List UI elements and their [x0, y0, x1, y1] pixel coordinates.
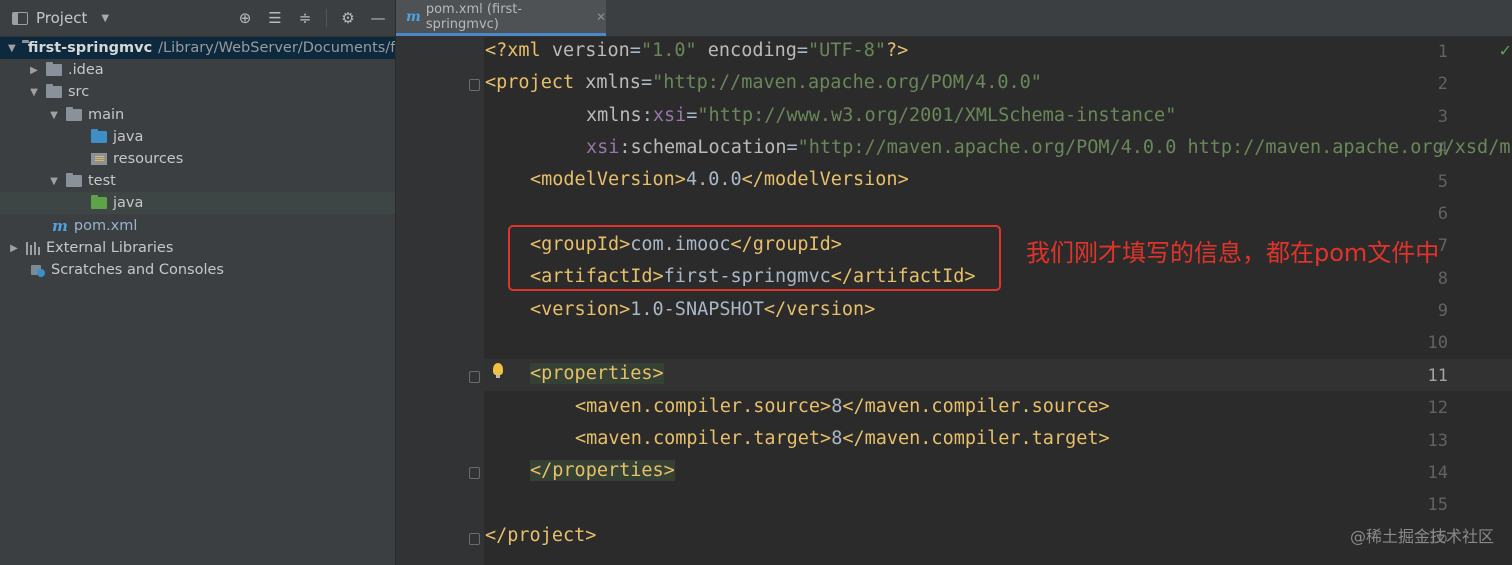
close-icon[interactable]: ✕ [596, 10, 606, 24]
fold-marker-icon[interactable] [469, 533, 480, 545]
editor-tab-bar: m pom.xml (first-springmvc) ✕ [396, 0, 1512, 37]
folder-icon [46, 62, 62, 76]
tab-pom-xml[interactable]: m pom.xml (first-springmvc) ✕ [396, 0, 606, 36]
maven-icon: m [52, 217, 68, 235]
check-icon: ✓ [1498, 41, 1512, 60]
line-number: 13 [1427, 431, 1448, 451]
library-icon [26, 241, 40, 255]
project-panel-icon [12, 11, 28, 25]
code-line-9: <version>1.0-SNAPSHOT</version> [530, 299, 876, 320]
fold-marker-icon[interactable] [469, 371, 480, 383]
watermark-text: @稀土掘金技术社区 [1349, 527, 1494, 546]
code-line-16: </project> [485, 525, 597, 546]
source-folder-icon [91, 129, 107, 143]
code-line-11: <properties> [530, 363, 664, 384]
expand-all-icon[interactable]: ☰ [266, 9, 284, 27]
chevron-down-icon[interactable]: ▼ [48, 176, 60, 187]
fold-marker-icon[interactable] [469, 467, 480, 479]
tree-item-project-root[interactable]: ▼ first-springmvc /Library/WebServer/Doc… [0, 37, 395, 59]
line-number: 14 [1427, 463, 1448, 483]
code-line-4: xsi:schemaLocation="http://maven.apache.… [586, 137, 1511, 158]
code-line-12: <maven.compiler.source>8</maven.compiler… [575, 396, 1110, 417]
code-line-5: <modelVersion>4.0.0</modelVersion> [530, 169, 909, 190]
gear-icon[interactable]: ⚙ [339, 9, 357, 27]
minimize-icon[interactable]: — [369, 9, 387, 27]
tree-item-main-java[interactable]: java [0, 126, 395, 148]
chevron-down-icon[interactable]: ▼ [101, 13, 109, 24]
tree-item-label: java [113, 195, 144, 211]
tree-item-label: main [88, 107, 125, 123]
tree-item-label: .idea [68, 62, 104, 78]
tree-item-test-java[interactable]: java [0, 192, 395, 214]
fold-marker-icon[interactable] [469, 79, 480, 91]
code-line-1: <?xml version="1.0" encoding="UTF-8"?> [485, 40, 909, 61]
line-number: 12 [1427, 398, 1448, 418]
line-number: 3 [1437, 107, 1448, 127]
tree-item-main[interactable]: ▼ main [0, 104, 395, 126]
code-line-13: <maven.compiler.target>8</maven.compiler… [575, 428, 1110, 449]
line-number: 8 [1437, 269, 1448, 289]
chevron-right-icon[interactable]: ▶ [28, 65, 40, 76]
line-number: 9 [1437, 301, 1448, 321]
tree-item-label: java [113, 129, 144, 145]
tree-item-idea[interactable]: ▶ .idea [0, 59, 395, 81]
tree-item-label: External Libraries [46, 240, 174, 256]
sidebar-toolbar: ⊕ ☰ ≑ ⚙ — [236, 0, 387, 36]
scratches-icon [31, 263, 45, 277]
code-line-3: xmlns:xsi="http://www.w3.org/2001/XMLSch… [586, 105, 1177, 126]
line-number: 6 [1437, 204, 1448, 224]
tree-item-label: Scratches and Consoles [51, 262, 224, 278]
folder-icon [66, 173, 82, 187]
chevron-down-icon[interactable]: ▼ [8, 43, 16, 54]
project-panel-title: Project [36, 9, 88, 27]
folder-icon [46, 84, 62, 98]
line-number: 10 [1427, 333, 1448, 353]
code-line-14: </properties> [530, 460, 675, 481]
tree-item-scratches[interactable]: Scratches and Consoles [0, 259, 395, 281]
tree-item-label: resources [113, 151, 184, 167]
toolbar-divider [326, 9, 327, 27]
collapse-all-icon[interactable]: ≑ [296, 9, 314, 27]
tab-label: pom.xml (first-springmvc) [425, 1, 523, 32]
tree-item-label: test [88, 173, 116, 189]
tree-item-test[interactable]: ▼ test [0, 170, 395, 192]
code-editor[interactable]: ✓ 1 2 3 4 5 6 7 8 9 10 11 12 13 14 15 16… [396, 37, 1512, 565]
tree-item-src[interactable]: ▼ src [0, 81, 395, 103]
line-number-current: 11 [1427, 366, 1448, 386]
tree-item-pom[interactable]: m pom.xml [0, 215, 395, 237]
line-number: 5 [1437, 172, 1448, 192]
annotation-text: 我们刚才填写的信息，都在pom文件中 [1026, 239, 1440, 267]
line-number: 1 [1437, 42, 1448, 62]
tree-item-label: src [68, 84, 90, 100]
line-number: 2 [1437, 74, 1448, 94]
chevron-down-icon[interactable]: ▼ [28, 87, 40, 98]
tree-item-label: pom.xml [73, 218, 138, 234]
test-folder-icon [91, 195, 107, 209]
lightbulb-icon[interactable] [493, 363, 503, 378]
folder-icon [66, 107, 82, 121]
resources-folder-icon [91, 153, 107, 165]
editor-gutter [396, 37, 484, 565]
tree-item-external-libraries[interactable]: ▶ External Libraries [0, 237, 395, 259]
locate-target-icon[interactable]: ⊕ [236, 9, 254, 27]
chevron-down-icon[interactable]: ▼ [48, 110, 60, 121]
annotation-highlight-box [508, 225, 1001, 291]
code-line-2: <project xmlns="http://maven.apache.org/… [485, 72, 1042, 93]
project-path: /Library/WebServer/Documents/f [158, 40, 395, 56]
project-panel-header[interactable]: Project ▼ ⊕ ☰ ≑ ⚙ — [0, 0, 395, 37]
line-number: 15 [1427, 495, 1448, 515]
chevron-right-icon[interactable]: ▶ [8, 243, 20, 254]
project-sidebar: Project ▼ ⊕ ☰ ≑ ⚙ — ▼ first-springmvc /L… [0, 0, 396, 565]
maven-icon: m [406, 8, 421, 25]
tree-item-resources[interactable]: resources [0, 148, 395, 170]
project-name: first-springmvc [27, 40, 153, 56]
